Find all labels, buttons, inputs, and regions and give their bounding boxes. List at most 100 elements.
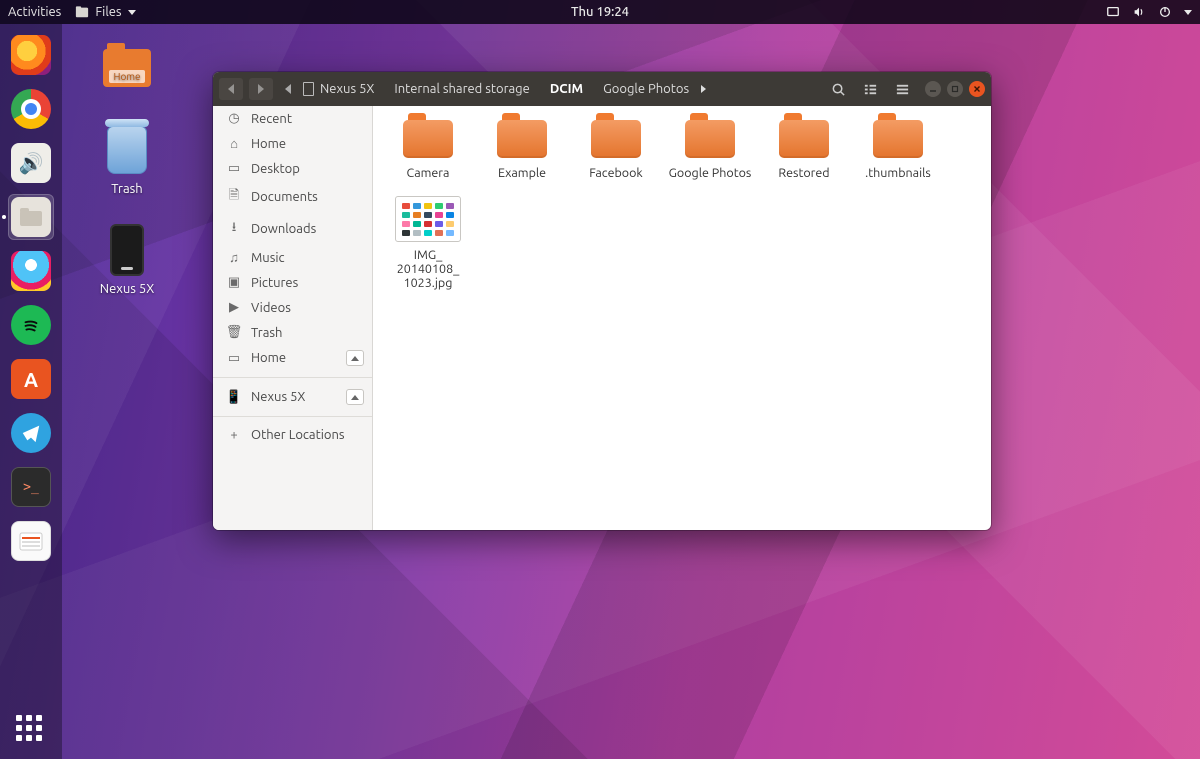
sidebar-desktop[interactable]: ▭Desktop: [213, 156, 372, 181]
window-titlebar[interactable]: Nexus 5X Internal shared storage DCIM Go…: [213, 72, 991, 106]
sidebar-mount-phone[interactable]: 📱Nexus 5X: [213, 384, 372, 410]
desktop-phone-label: Nexus 5X: [80, 282, 174, 296]
folder-label: Camera: [381, 166, 475, 180]
breadcrumb-device[interactable]: Nexus 5X: [293, 78, 384, 100]
folder-icon: [779, 120, 829, 158]
activities-button[interactable]: Activities: [8, 5, 61, 19]
path-scroll-left-icon[interactable]: [285, 84, 291, 94]
launcher-dock: 🔊 A >_: [0, 24, 62, 759]
system-menu-caret-icon[interactable]: [1184, 10, 1192, 15]
dock-telegram[interactable]: [8, 410, 54, 456]
dock-spotify[interactable]: [8, 302, 54, 348]
arrow-right-icon: [258, 84, 264, 94]
eject-button[interactable]: [346, 350, 364, 366]
folder-icon: [591, 120, 641, 158]
app-menu-label: Files: [95, 5, 121, 19]
eject-button[interactable]: [346, 389, 364, 405]
sidebar-pictures[interactable]: ▣Pictures: [213, 270, 372, 295]
sidebar-trash[interactable]: 🗑Trash: [213, 320, 372, 345]
sidebar-home[interactable]: ⌂Home: [213, 131, 372, 156]
folder-item[interactable]: .thumbnails: [851, 120, 945, 180]
folder-item[interactable]: Example: [475, 120, 569, 180]
folder-item[interactable]: Camera: [381, 120, 475, 180]
file-grid[interactable]: Camera Example Facebook Google Photos Re…: [373, 106, 991, 530]
dock-corebird[interactable]: [8, 248, 54, 294]
view-list-button[interactable]: [857, 78, 883, 100]
sidebar-recent[interactable]: ◷Recent: [213, 106, 372, 131]
clock-icon: ◷: [227, 111, 241, 126]
home-icon: ⌂: [227, 136, 241, 151]
phone-icon: [110, 224, 144, 276]
volume-icon[interactable]: [1132, 5, 1146, 19]
dock-rhythmbox[interactable]: 🔊: [8, 140, 54, 186]
breadcrumb-current[interactable]: DCIM: [540, 78, 593, 100]
hamburger-menu-button[interactable]: [889, 78, 915, 100]
gnome-topbar: Activities Files Thu 19:24: [0, 0, 1200, 24]
folder-icon: [685, 120, 735, 158]
arrow-left-icon: [228, 84, 234, 94]
folder-label: Facebook: [569, 166, 663, 180]
places-sidebar: ◷Recent ⌂Home ▭Desktop 🗎Documents ⭳Downl…: [213, 106, 373, 530]
breadcrumb-next[interactable]: Google Photos: [593, 78, 699, 100]
nav-back-button[interactable]: [219, 78, 243, 100]
desktop-trash[interactable]: Trash: [80, 122, 174, 196]
plus-icon: +: [227, 428, 241, 442]
documents-icon: 🗎: [227, 186, 241, 208]
sidebar-separator: [213, 377, 372, 378]
dock-calendar[interactable]: [8, 518, 54, 564]
search-button[interactable]: [825, 78, 851, 100]
show-applications-button[interactable]: [16, 715, 46, 745]
path-scroll-right-icon[interactable]: [701, 85, 706, 93]
videos-icon: ▶: [227, 300, 241, 315]
desktop-home[interactable]: Home: [80, 40, 174, 96]
folder-icon: [873, 120, 923, 158]
folder-icon: [403, 120, 453, 158]
sidebar-other-locations[interactable]: +Other Locations: [213, 423, 372, 447]
nav-forward-button[interactable]: [249, 78, 273, 100]
dock-software[interactable]: A: [8, 356, 54, 402]
trash-small-icon: 🗑: [227, 325, 241, 340]
folder-item[interactable]: Google Photos: [663, 120, 757, 180]
folder-label: Example: [475, 166, 569, 180]
dock-firefox[interactable]: [8, 32, 54, 78]
breadcrumb: Nexus 5X Internal shared storage DCIM Go…: [285, 78, 706, 100]
desktop-icon: ▭: [227, 161, 241, 176]
folder-item[interactable]: Facebook: [569, 120, 663, 180]
trash-icon: [107, 126, 147, 174]
sidebar-separator: [213, 416, 372, 417]
nautilus-window: Nexus 5X Internal shared storage DCIM Go…: [213, 72, 991, 530]
chevron-down-icon: [128, 10, 136, 15]
window-close-button[interactable]: [969, 81, 985, 97]
clock[interactable]: Thu 19:24: [571, 5, 629, 19]
drive-icon: ▭: [227, 351, 241, 366]
music-icon: ♫: [227, 250, 241, 265]
dock-files[interactable]: [8, 194, 54, 240]
sidebar-music[interactable]: ♫Music: [213, 245, 372, 270]
folder-icon: [497, 120, 547, 158]
window-minimize-button[interactable]: [925, 81, 941, 97]
dock-chrome[interactable]: [8, 86, 54, 132]
window-maximize-button[interactable]: [947, 81, 963, 97]
power-icon[interactable]: [1158, 5, 1172, 19]
image-item[interactable]: IMG_ 20140108_ 1023.jpg: [381, 196, 475, 290]
device-icon: [303, 82, 314, 96]
home-folder-icon: Home: [103, 49, 151, 87]
app-menu[interactable]: Files: [75, 5, 135, 19]
screen-icon[interactable]: [1106, 5, 1120, 19]
sidebar-downloads[interactable]: ⭳Downloads: [213, 213, 372, 245]
folder-label: Google Photos: [663, 166, 757, 180]
sidebar-videos[interactable]: ▶Videos: [213, 295, 372, 320]
pictures-icon: ▣: [227, 275, 241, 290]
image-label: IMG_ 20140108_ 1023.jpg: [381, 248, 475, 290]
downloads-icon: ⭳: [227, 218, 241, 240]
phone-small-icon: 📱: [227, 390, 241, 405]
image-thumbnail: [395, 196, 461, 242]
desktop-phone[interactable]: Nexus 5X: [80, 222, 174, 296]
files-app-icon: [75, 5, 89, 19]
dock-terminal[interactable]: >_: [8, 464, 54, 510]
folder-item[interactable]: Restored: [757, 120, 851, 180]
sidebar-documents[interactable]: 🗎Documents: [213, 181, 372, 213]
folder-label: .thumbnails: [851, 166, 945, 180]
sidebar-mount-home[interactable]: ▭Home: [213, 345, 372, 371]
breadcrumb-storage[interactable]: Internal shared storage: [384, 78, 539, 100]
